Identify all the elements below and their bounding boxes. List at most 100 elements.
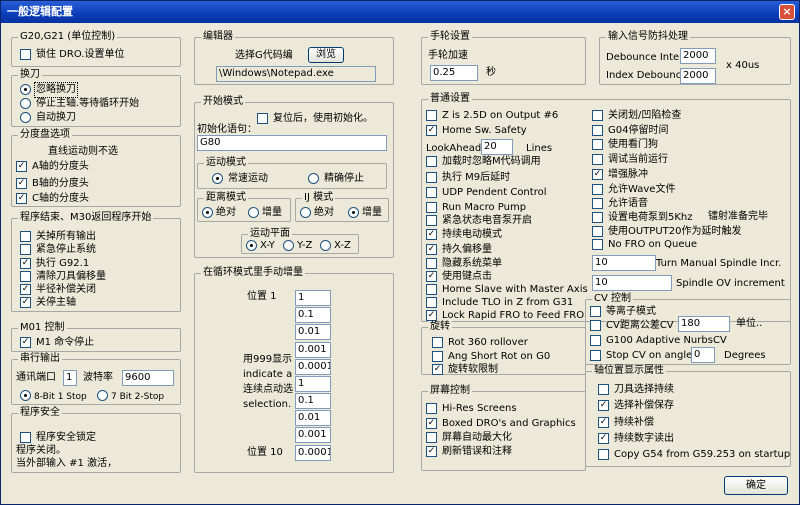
lock-rapid-checkbox[interactable]: ✓ [426, 310, 437, 321]
editor-path-field[interactable]: \Windows\Notepad.exe [216, 66, 376, 82]
browse-button[interactable]: 浏览 [308, 47, 344, 63]
m9-delay-checkbox[interactable] [426, 172, 437, 183]
lookahead-field[interactable]: 20 [481, 139, 513, 155]
reset-init-checkbox[interactable] [257, 113, 268, 124]
debug-checkbox[interactable] [592, 154, 603, 165]
exact-stop-radio[interactable] [308, 173, 319, 184]
home-slave-checkbox[interactable] [426, 284, 437, 295]
general-title: 普通设置 [428, 93, 472, 105]
7bit-radio[interactable] [97, 390, 108, 401]
end-g921-checkbox[interactable]: ✓ [20, 258, 31, 269]
baud-field[interactable]: 9600 [122, 370, 174, 386]
persist-dro-checkbox[interactable]: ✓ [598, 433, 609, 444]
allow-voice-checkbox[interactable] [592, 198, 603, 209]
g100-checkbox[interactable] [590, 335, 601, 346]
no-fro-checkbox[interactable] [592, 239, 603, 250]
use-key-click-checkbox[interactable]: ✓ [426, 271, 437, 282]
index-title: 分度盘选项 [18, 129, 72, 141]
axis-display-group: 轴位置显示属性 刀具选择持续 ✓ 选择补偿保存 ✓ 持续补偿 ✓ 持续数字读出 … [585, 365, 791, 467]
hires-checkbox[interactable] [426, 403, 437, 414]
plane-yz-radio[interactable] [283, 240, 294, 251]
tool-select-checkbox[interactable] [598, 384, 609, 395]
increment-9-field[interactable]: 0.001 [295, 427, 331, 443]
output20-checkbox[interactable] [592, 226, 603, 237]
persist-offset-checkbox[interactable]: ✓ [426, 244, 437, 255]
increment-5-field[interactable]: 0.0001 [295, 359, 331, 375]
spindle-ov-field[interactable]: 10 [592, 275, 672, 291]
cv-dist-checkbox[interactable] [590, 320, 601, 331]
dist-incremental-radio[interactable] [248, 207, 259, 218]
z25-checkbox[interactable] [426, 110, 437, 121]
increment-8-field[interactable]: 0.01 [295, 410, 331, 426]
increment-1-field[interactable]: 1 [295, 290, 331, 306]
ij-absolute-radio[interactable] [300, 207, 311, 218]
arc-check-checkbox[interactable] [592, 110, 603, 121]
end-spindle-checkbox[interactable]: ✓ [20, 297, 31, 308]
close-button[interactable]: × [779, 4, 795, 20]
charge-pump-checkbox[interactable] [592, 212, 603, 223]
persist-comp-checkbox[interactable]: ✓ [598, 417, 609, 428]
plasma-checkbox[interactable] [590, 306, 601, 317]
debounce-interval-field[interactable]: 2000 [680, 48, 716, 64]
allow-wave-label: 允许Wave文件 [608, 184, 676, 195]
constant-velocity-radio[interactable] [212, 173, 223, 184]
estop-pump-checkbox[interactable] [426, 215, 437, 226]
copy-g54-checkbox[interactable] [598, 449, 609, 460]
g04-checkbox[interactable] [592, 125, 603, 136]
pulse-checkbox[interactable]: ✓ [592, 169, 603, 180]
end-clear-offset-checkbox[interactable] [20, 271, 31, 282]
allow-wave-checkbox[interactable] [592, 184, 603, 195]
boxed-dro-checkbox[interactable]: ✓ [426, 418, 437, 429]
index-debounce-field[interactable]: 2000 [680, 68, 716, 84]
increment-6-field[interactable]: 1 [295, 376, 331, 392]
b-index-checkbox[interactable]: ✓ [16, 178, 27, 189]
8bit-radio[interactable] [20, 390, 31, 401]
a-index-checkbox[interactable]: ✓ [16, 161, 27, 172]
hide-menu-checkbox[interactable] [426, 258, 437, 269]
ang-short-checkbox[interactable] [432, 351, 443, 362]
auto-max-checkbox[interactable] [426, 432, 437, 443]
stop-cv-field[interactable]: 0 [691, 347, 715, 363]
comp-save-checkbox[interactable]: ✓ [598, 400, 609, 411]
init-string-field[interactable]: G80 [197, 135, 387, 151]
increment-2-field[interactable]: 0.1 [295, 307, 331, 323]
c-index-checkbox[interactable]: ✓ [16, 193, 27, 204]
end-radius-comp-checkbox[interactable]: ✓ [20, 284, 31, 295]
plane-xz-radio[interactable] [320, 240, 331, 251]
mpg-accel-field[interactable]: 0.25 [430, 65, 478, 81]
m1-stop-checkbox[interactable]: ✓ [20, 337, 31, 348]
lock-dro-checkbox[interactable] [20, 49, 31, 60]
persist-motion-checkbox[interactable]: ✓ [426, 229, 437, 240]
auto-toolchange-radio[interactable] [20, 112, 31, 123]
ij-incremental-radio[interactable] [348, 207, 359, 218]
rot-soft-limit-checkbox[interactable]: ✓ [432, 364, 443, 375]
home-safety-checkbox[interactable]: ✓ [426, 125, 437, 136]
ignore-toolchange-radio[interactable] [20, 84, 31, 95]
rot360-checkbox[interactable] [432, 337, 443, 348]
ij-mode-title: IJ 模式 [302, 192, 336, 204]
stop-spindle-radio[interactable] [20, 98, 31, 109]
macro-pump-checkbox[interactable] [426, 202, 437, 213]
increment-10-field[interactable]: 0.0001 [295, 445, 331, 461]
ok-button[interactable]: 确定 [724, 476, 788, 495]
watchdog-checkbox[interactable] [592, 139, 603, 150]
spindle-incr-field[interactable]: 10 [592, 255, 656, 271]
port-label: 通讯端口 [16, 372, 56, 383]
safety-lock-checkbox[interactable] [20, 432, 31, 443]
tool-select-label: 刀具选择持续 [614, 384, 674, 395]
cycle-note-3: 连续点动选 [243, 384, 293, 395]
increment-3-field[interactable]: 0.01 [295, 324, 331, 340]
tlo-checkbox[interactable] [426, 297, 437, 308]
end-estop-checkbox[interactable] [20, 244, 31, 255]
udp-checkbox[interactable] [426, 187, 437, 198]
end-outputs-checkbox[interactable] [20, 231, 31, 242]
cv-dist-field[interactable]: 180 [678, 316, 730, 332]
refresh-errors-checkbox[interactable]: ✓ [426, 446, 437, 457]
dist-absolute-radio[interactable] [202, 207, 213, 218]
port-field[interactable]: 1 [63, 370, 77, 386]
stop-cv-checkbox[interactable] [590, 350, 601, 361]
increment-7-field[interactable]: 0.1 [295, 393, 331, 409]
plane-xy-radio[interactable] [246, 240, 257, 251]
increment-4-field[interactable]: 0.001 [295, 342, 331, 358]
ignore-m-checkbox[interactable] [426, 156, 437, 167]
